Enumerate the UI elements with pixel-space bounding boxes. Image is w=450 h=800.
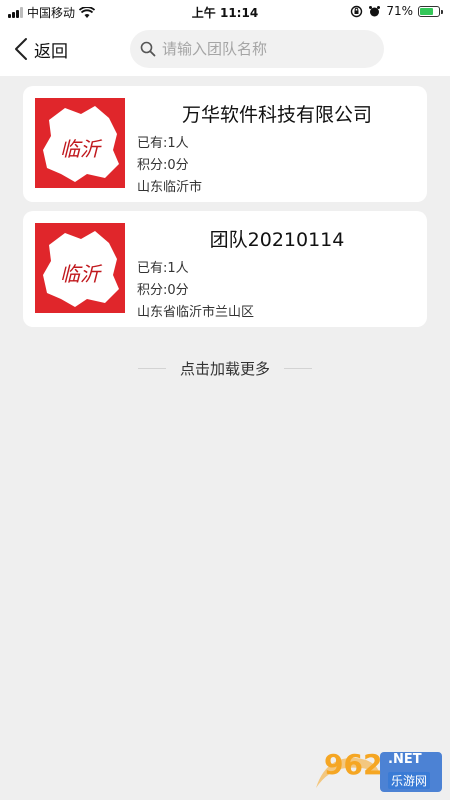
logo-text: 临沂 bbox=[60, 262, 103, 286]
orientation-lock-icon bbox=[351, 5, 363, 17]
search-bar[interactable] bbox=[130, 30, 384, 68]
team-members: 已有:1人 bbox=[137, 136, 189, 151]
watermark-suffix: .NET bbox=[388, 752, 422, 767]
battery-icon bbox=[418, 5, 443, 17]
team-members: 已有:1人 bbox=[137, 261, 189, 276]
team-location: 山东临沂市 bbox=[137, 180, 203, 195]
team-points: 积分:0分 bbox=[137, 158, 189, 173]
team-card[interactable]: 临沂 团队20210114 已有:1人 积分:0分 山东省临沂市兰山区 bbox=[23, 211, 427, 327]
team-location: 山东省临沂市兰山区 bbox=[137, 305, 255, 320]
status-right: 71% bbox=[350, 4, 443, 18]
logo-text: 临沂 bbox=[60, 137, 103, 161]
team-points: 积分:0分 bbox=[137, 283, 189, 298]
watermark-text: 乐游网 bbox=[388, 772, 431, 789]
back-button[interactable]: 返回 bbox=[14, 34, 68, 64]
divider-right bbox=[284, 367, 312, 369]
search-input[interactable] bbox=[162, 40, 362, 58]
team-logo: 临沂 bbox=[35, 223, 125, 313]
team-card[interactable]: 临沂 万华软件科技有限公司 已有:1人 积分:0分 山东临沂市 bbox=[23, 86, 427, 202]
battery-percent: 71% bbox=[386, 4, 413, 18]
divider-left bbox=[137, 367, 166, 369]
team-logo: 临沂 bbox=[35, 98, 125, 188]
alarm-icon bbox=[369, 5, 381, 16]
nav-header: 返回 bbox=[0, 24, 450, 76]
status-bar: 中国移动 上午 11:14 71% bbox=[0, 0, 450, 24]
watermark-number: 962 bbox=[324, 748, 383, 781]
search-icon bbox=[140, 41, 156, 57]
team-name: 团队20210114 bbox=[209, 229, 345, 251]
load-more-button[interactable]: 点击加载更多 bbox=[180, 358, 270, 379]
chevron-left-icon bbox=[15, 38, 27, 60]
site-watermark: 962 .NET 乐游网 bbox=[306, 748, 446, 794]
load-more: 点击加载更多 bbox=[0, 356, 450, 380]
back-label: 返回 bbox=[34, 41, 68, 62]
team-name: 万华软件科技有限公司 bbox=[181, 104, 372, 126]
